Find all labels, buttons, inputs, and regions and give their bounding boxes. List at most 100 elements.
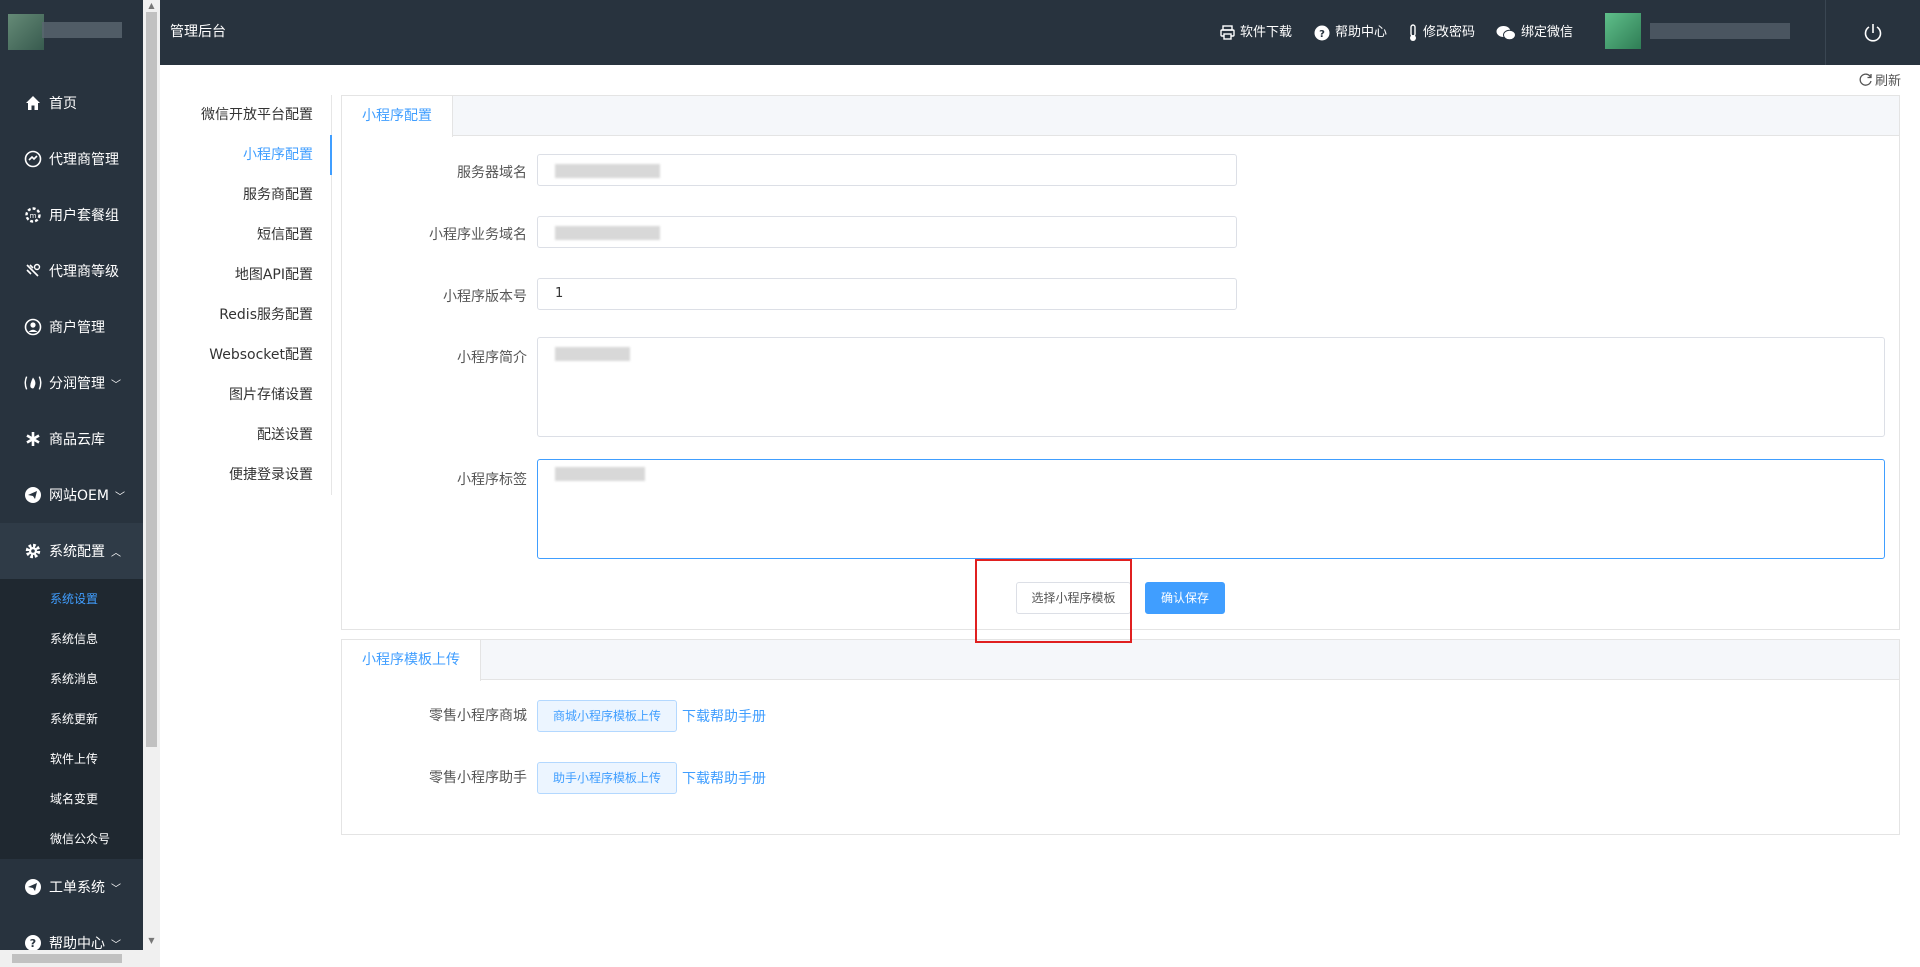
tab-bar: 小程序配置 (342, 96, 1899, 137)
user-circle-icon (23, 317, 43, 337)
sidebar-subitem-system-settings[interactable]: 系统设置 (0, 579, 143, 619)
software-download-label: 软件下载 (1240, 25, 1293, 40)
sidebar-item-package[interactable]: m 用户套餐组 (0, 187, 143, 243)
sidebar-item-profit[interactable]: 分润管理 ﹀ (0, 355, 143, 411)
user-name[interactable] (1650, 23, 1790, 39)
scroll-down-icon[interactable]: ▼ (143, 935, 160, 947)
help-center-label: 帮助中心 (1335, 25, 1388, 40)
home-icon (23, 93, 43, 113)
sidebar-item-home[interactable]: 首页 (0, 75, 143, 131)
config-menu-item[interactable]: 服务商配置 (170, 175, 331, 215)
tab-miniprogram-config[interactable]: 小程序配置 (342, 96, 453, 137)
sidebar-item-level[interactable]: 代理商等级 (0, 243, 143, 299)
send-icon (23, 877, 43, 897)
bind-wechat-link[interactable]: 绑定微信 (1496, 0, 1573, 65)
help-center-link[interactable]: ? 帮助中心 (1314, 0, 1387, 65)
avatar[interactable] (1605, 13, 1641, 49)
chevron-up-icon: ︿ (111, 547, 121, 559)
tab-template-upload[interactable]: 小程序模板上传 (342, 640, 481, 681)
server-domain-label: 服务器域名 (457, 165, 527, 181)
refresh-button[interactable]: 刷新 (1858, 70, 1901, 89)
version-label: 小程序版本号 (443, 289, 527, 305)
question-circle-icon: ? (1314, 25, 1330, 40)
chevron-down-icon: ﹀ (114, 491, 125, 503)
fire-icon (23, 373, 43, 393)
sidebar-item-cloud-goods[interactable]: 商品云库 (0, 411, 143, 467)
config-menu-item[interactable]: 便捷登录设置 (170, 455, 331, 495)
sidebar-subitem-system-message[interactable]: 系统消息 (0, 659, 143, 699)
svg-text:m: m (30, 212, 37, 220)
config-menu-item[interactable]: 配送设置 (170, 415, 331, 455)
scroll-up-icon[interactable]: ▲ (143, 0, 160, 12)
sidebar-submenu: 系统设置 系统信息 系统消息 系统更新 软件上传 域名变更 微信公众号 (0, 579, 143, 859)
sidebar-item-label: 代理商管理 (49, 152, 119, 168)
tags-textarea[interactable] (537, 459, 1885, 559)
asterisk-icon (23, 429, 43, 449)
logout-button[interactable] (1825, 0, 1920, 65)
sidebar-item-label: 用户套餐组 (49, 208, 119, 224)
tab-bar: 小程序模板上传 (342, 640, 1899, 681)
sidebar-item-merchant[interactable]: 商户管理 (0, 299, 143, 355)
miniprogram-config-panel: 小程序配置 服务器域名 小程序业务域名 小程序版本号 1 小程序简介 小程序标签… (341, 95, 1900, 630)
horizontal-scrollbar[interactable] (0, 950, 160, 967)
top-header: 管理后台 软件下载 ? 帮助中心 修改密码 绑定微信 (160, 0, 1920, 65)
download-manual-link[interactable]: 下载帮助手册 (682, 768, 766, 788)
chevron-down-icon: ﹀ (111, 379, 121, 391)
business-domain-label: 小程序业务域名 (429, 227, 527, 243)
sidebar-nav: 首页 代理商管理 m 用户套餐组 代理商等级 商户管理 分润管理 ﹀ 商品云库 (0, 75, 143, 967)
intro-label: 小程序简介 (457, 350, 527, 366)
config-menu-item-active[interactable]: 小程序配置 (170, 135, 332, 175)
chevron-down-icon: ﹀ (111, 883, 121, 895)
send-icon (23, 485, 43, 505)
scrollbar-thumb[interactable] (12, 954, 122, 963)
sidebar-item-oem[interactable]: 网站OEM ﹀ (0, 467, 143, 523)
thermometer-icon (1410, 23, 1416, 41)
config-menu-item[interactable]: Redis服务配置 (170, 295, 331, 335)
sidebar-item-ticket[interactable]: 工单系统 ﹀ (0, 859, 143, 915)
change-password-link[interactable]: 修改密码 (1408, 0, 1475, 65)
server-domain-input[interactable] (537, 154, 1237, 186)
config-menu-item[interactable]: 地图API配置 (170, 255, 331, 295)
download-manual-link[interactable]: 下载帮助手册 (682, 706, 766, 726)
software-download-link[interactable]: 软件下载 (1220, 0, 1292, 65)
printer-icon (1220, 25, 1235, 40)
gear-icon (23, 541, 43, 561)
svg-text:?: ? (30, 937, 36, 950)
config-menu-item[interactable]: 图片存储设置 (170, 375, 331, 415)
assistant-template-upload-button[interactable]: 助手小程序模板上传 (537, 762, 677, 794)
agent-icon (23, 149, 43, 169)
refresh-icon (1859, 73, 1872, 86)
package-icon: m (23, 205, 43, 225)
retail-mall-label: 零售小程序商城 (429, 708, 527, 724)
version-input[interactable]: 1 (537, 278, 1237, 310)
sidebar-item-agent[interactable]: 代理商管理 (0, 131, 143, 187)
business-domain-input[interactable] (537, 216, 1237, 248)
sidebar-subitem-software-upload[interactable]: 软件上传 (0, 739, 143, 779)
sidebar-item-label: 分润管理 (49, 376, 105, 392)
config-menu-item[interactable]: Websocket配置 (170, 335, 331, 375)
scrollbar-thumb[interactable] (146, 12, 157, 747)
sidebar-item-label: 首页 (49, 96, 77, 112)
template-upload-panel: 小程序模板上传 零售小程序商城 商城小程序模板上传 下载帮助手册 零售小程序助手… (341, 639, 1900, 835)
config-menu-item[interactable]: 微信开放平台配置 (170, 95, 331, 135)
wechat-icon (1496, 25, 1516, 40)
sidebar-subitem-wechat-official[interactable]: 微信公众号 (0, 819, 143, 859)
sidebar-item-label: 商户管理 (49, 320, 105, 336)
power-icon (1864, 23, 1882, 42)
config-menu: 微信开放平台配置 小程序配置 服务商配置 短信配置 地图API配置 Redis服… (170, 95, 332, 495)
level-icon (23, 261, 43, 281)
svg-text:?: ? (1319, 29, 1325, 40)
tags-label: 小程序标签 (457, 472, 527, 488)
config-menu-item[interactable]: 短信配置 (170, 215, 331, 255)
sidebar-item-label: 网站OEM (49, 488, 109, 504)
intro-textarea[interactable] (537, 337, 1885, 437)
mall-template-upload-button[interactable]: 商城小程序模板上传 (537, 700, 677, 732)
sidebar-subitem-domain-change[interactable]: 域名变更 (0, 779, 143, 819)
sidebar-scrollbar[interactable]: ▲ ▼ (143, 0, 160, 967)
sidebar-item-label: 代理商等级 (49, 264, 119, 280)
sidebar-subitem-system-update[interactable]: 系统更新 (0, 699, 143, 739)
change-password-label: 修改密码 (1423, 25, 1476, 40)
confirm-save-button[interactable]: 确认保存 (1145, 582, 1225, 614)
sidebar-item-system-config[interactable]: 系统配置 ︿ (0, 523, 143, 579)
sidebar-subitem-system-info[interactable]: 系统信息 (0, 619, 143, 659)
